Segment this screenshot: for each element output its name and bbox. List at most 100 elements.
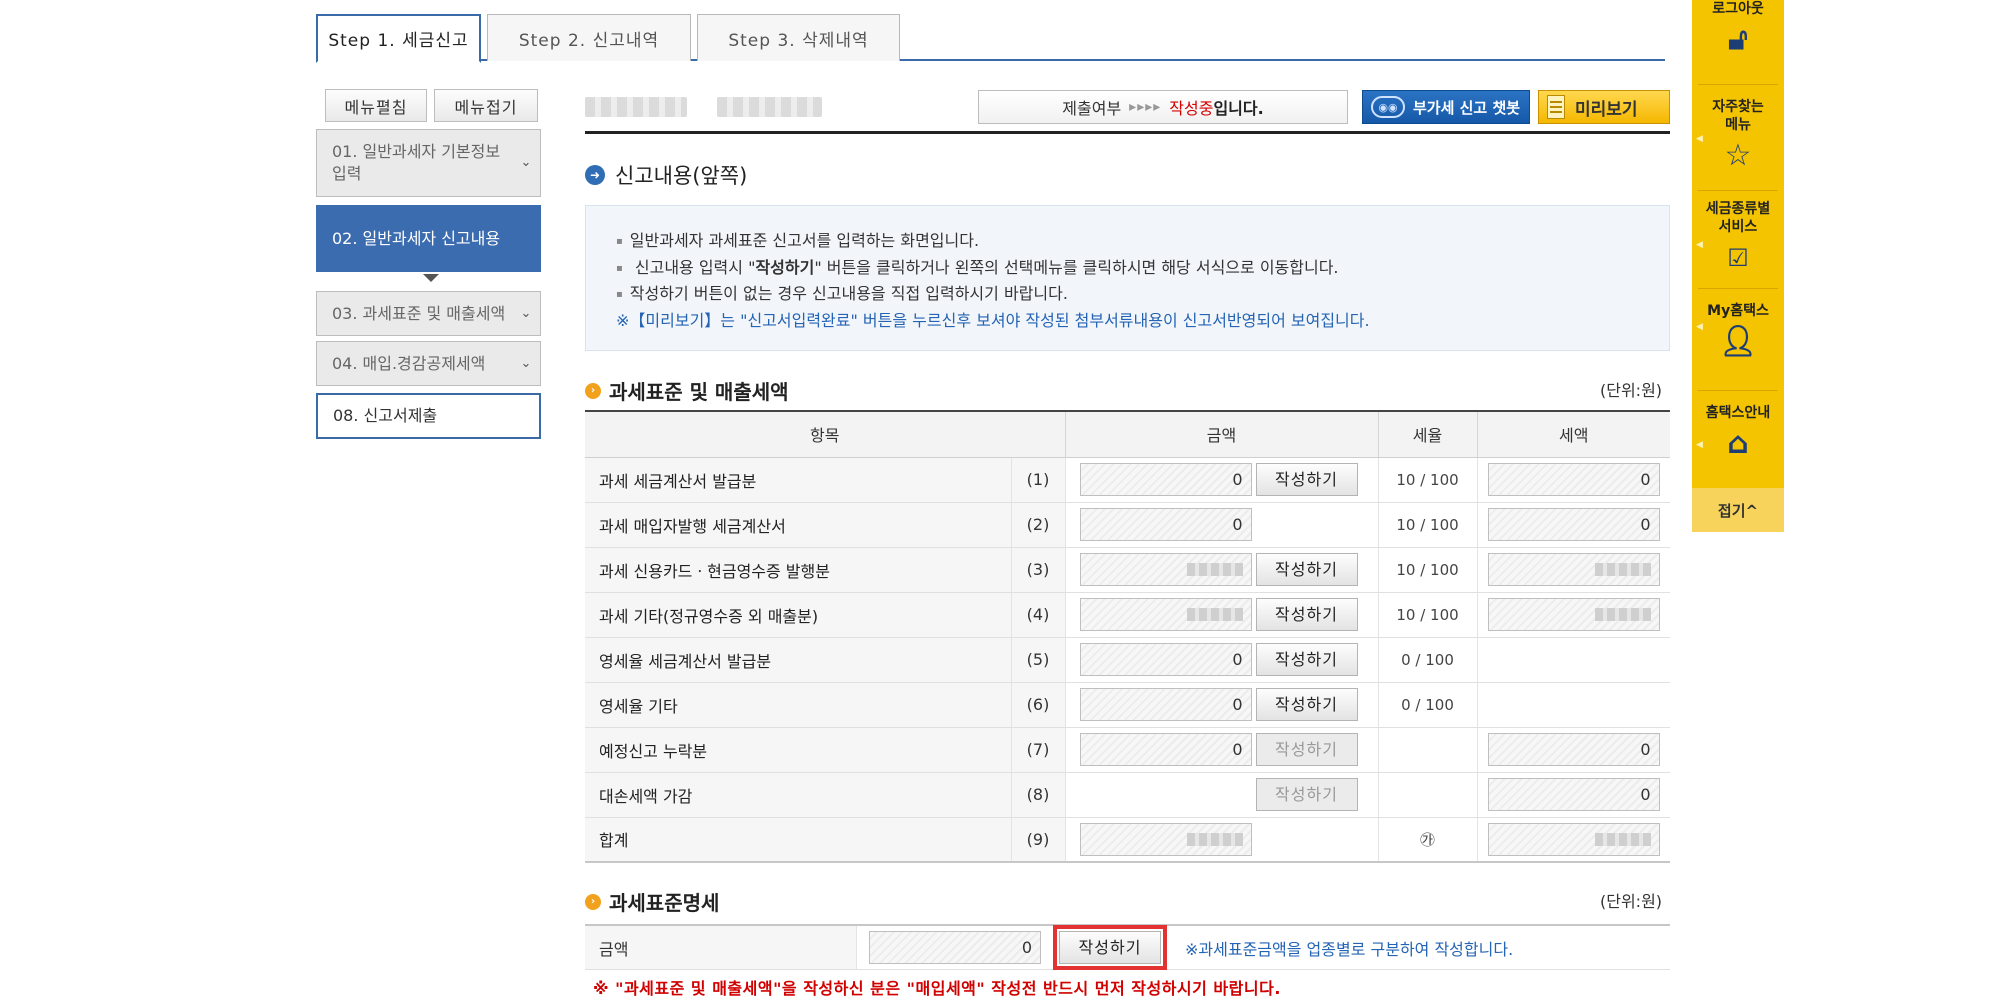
sidebar-item-label: 01. 일반과세자 기본정보 입력 bbox=[332, 142, 501, 183]
sidebar-item-label: 08. 신고서제출 bbox=[333, 406, 438, 425]
row-number: (2) bbox=[1011, 502, 1066, 548]
step-tabs: Step 1. 세금신고 Step 2. 신고내역 Step 3. 삭제내역 bbox=[316, 14, 1665, 63]
masked-value bbox=[1594, 608, 1651, 621]
amount-input[interactable] bbox=[1079, 553, 1252, 586]
write-button[interactable]: 작성하기 bbox=[1255, 733, 1358, 766]
tax-input[interactable]: 0 bbox=[1487, 733, 1660, 766]
row-number: (5) bbox=[1011, 637, 1066, 683]
row-number: (9) bbox=[1011, 817, 1066, 863]
row-item-label: 과세 신용카드ㆍ현금영수증 발행분 bbox=[585, 547, 1012, 593]
tax-input[interactable]: 0 bbox=[1487, 508, 1660, 541]
tax-type-menu[interactable]: 세금종류별 서비스 ☑ bbox=[1692, 200, 1784, 274]
row-item-label: 과세 매입자발행 세금계산서 bbox=[585, 502, 1012, 548]
tab-step3-deletion-history[interactable]: Step 3. 삭제내역 bbox=[697, 14, 900, 61]
write-button[interactable]: 작성하기 bbox=[1255, 598, 1358, 631]
tax-input[interactable]: 0 bbox=[1487, 778, 1660, 811]
amount-cell bbox=[1065, 817, 1379, 863]
amount-input[interactable]: 0 bbox=[1079, 733, 1252, 766]
table-row: 합계 (9) ㉮ bbox=[585, 817, 1670, 863]
unit-label: (단위:원) bbox=[1600, 892, 1663, 911]
notice-box: 일반과세자 과세표준 신고서를 입력하는 화면입니다. 신고내용 입력시 "작성… bbox=[585, 205, 1670, 351]
amount-input[interactable]: 0 bbox=[1079, 508, 1252, 541]
divider bbox=[1698, 190, 1778, 191]
tab-step2-filing-history[interactable]: Step 2. 신고내역 bbox=[487, 14, 691, 61]
masked-value bbox=[1594, 832, 1651, 846]
sales-table-title: › 과세표준 및 매출세액 bbox=[585, 376, 789, 405]
notice-text: 신고내용 입력시 "작성하기" 버튼을 클릭하거나 왼쪽의 선택메뉴를 클릭하시… bbox=[634, 257, 1339, 277]
breakdown-write-button[interactable]: 작성하기 bbox=[1053, 925, 1167, 970]
amount-input[interactable]: 0 bbox=[1079, 688, 1252, 721]
tax-input[interactable] bbox=[1487, 598, 1660, 631]
header-amount: 금액 bbox=[1065, 410, 1379, 458]
tax-rate: 0 / 100 bbox=[1378, 682, 1478, 728]
tax-cell bbox=[1477, 547, 1670, 593]
row-item-label: 예정신고 누락분 bbox=[585, 727, 1012, 773]
breakdown-label: 금액 bbox=[585, 926, 857, 969]
divider bbox=[1698, 390, 1778, 391]
amount-input[interactable]: 0 bbox=[1079, 643, 1252, 676]
hometax-guide-menu[interactable]: 홈택스안내 ⌂ bbox=[1692, 404, 1784, 460]
row-number: (1) bbox=[1011, 457, 1066, 503]
breakdown-hint: ※과세표준금액을 업종별로 구분하여 작성합니다. bbox=[1185, 939, 1514, 959]
tax-cell bbox=[1477, 682, 1670, 728]
breakdown-amount-input[interactable]: 0 bbox=[869, 931, 1041, 964]
section-title-text: 신고내용(앞쪽) bbox=[615, 164, 748, 188]
write-button[interactable]: 작성하기 bbox=[1255, 688, 1358, 721]
chatbot-icon: ◉◉ bbox=[1371, 96, 1405, 118]
logout-menu[interactable]: 로그아웃 🔓︎ bbox=[1692, 0, 1784, 56]
table-row: 과세 세금계산서 발급분 (1) 0 작성하기 10 / 100 0 bbox=[585, 457, 1670, 503]
chevron-down-icon[interactable]: ⌄ bbox=[517, 305, 535, 323]
masked-value bbox=[1186, 608, 1243, 621]
sidebar-item-basic-info[interactable]: 01. 일반과세자 기본정보 입력 ⌄ bbox=[316, 129, 541, 197]
status-suffix: 입니다. bbox=[1213, 99, 1264, 118]
tax-rate bbox=[1378, 727, 1478, 773]
amount-cell: 작성하기 bbox=[1065, 547, 1379, 593]
menu-expand-button[interactable]: 메뉴펼침 bbox=[325, 89, 427, 122]
chevron-down-icon[interactable]: ⌄ bbox=[517, 355, 535, 373]
row-number: (4) bbox=[1011, 592, 1066, 638]
write-button[interactable]: 작성하기 bbox=[1255, 643, 1358, 676]
tab-step1-tax-filing[interactable]: Step 1. 세금신고 bbox=[316, 14, 481, 63]
guide-label: 홈택스안내 bbox=[1705, 405, 1771, 421]
header-rate: 세율 bbox=[1378, 410, 1478, 458]
amount-input[interactable] bbox=[1079, 822, 1252, 856]
sidebar-item-label: 02. 일반과세자 신고내용 bbox=[332, 228, 501, 248]
tax-rate: 10 / 100 bbox=[1378, 457, 1478, 503]
sidebar-item-tax-base[interactable]: 03. 과세표준 및 매출세액 ⌄ bbox=[316, 291, 541, 336]
menu-collapse-button[interactable]: 메뉴접기 bbox=[434, 89, 538, 122]
preview-label: 미리보기 bbox=[1575, 99, 1638, 120]
tax-input[interactable] bbox=[1487, 553, 1660, 586]
sidebar-item-purchase-deduction[interactable]: 04. 매입.경감공제세액 ⌄ bbox=[316, 341, 541, 386]
write-button[interactable]: 작성하기 bbox=[1255, 463, 1358, 496]
write-button[interactable]: 작성하기 bbox=[1255, 778, 1358, 811]
sidebar-item-filing-content[interactable]: 02. 일반과세자 신고내용 bbox=[316, 205, 541, 272]
my-hometax-menu[interactable]: My홈택스 👤︎ bbox=[1692, 302, 1784, 358]
preview-button[interactable]: 미리보기 bbox=[1538, 90, 1670, 124]
tax-cell: 0 bbox=[1477, 772, 1670, 818]
sidebar-item-submit[interactable]: 08. 신고서제출 bbox=[316, 393, 541, 439]
amount-input[interactable] bbox=[1079, 598, 1252, 631]
warning-text: ※ "과세표준 및 매출세액"을 작성하신 분은 "매입세액" 작성전 반드시 … bbox=[593, 979, 1281, 998]
fold-button[interactable]: 접기^ bbox=[1692, 488, 1784, 532]
breakdown-row: 금액 0 작성하기 ※과세표준금액을 업종별로 구분하여 작성합니다. bbox=[585, 924, 1670, 970]
vat-chatbot-button[interactable]: ◉◉ 부가세 신고 챗봇 bbox=[1362, 90, 1530, 124]
header-tax: 세액 bbox=[1477, 410, 1670, 458]
document-icon bbox=[1547, 95, 1565, 119]
row-item-label: 과세 세금계산서 발급분 bbox=[585, 457, 1012, 503]
tax-input[interactable]: 0 bbox=[1487, 463, 1660, 496]
sidebar-item-label: 04. 매입.경감공제세액 bbox=[332, 353, 486, 373]
amount-input[interactable]: 0 bbox=[1079, 463, 1252, 496]
tax-cell bbox=[1477, 592, 1670, 638]
write-button[interactable]: 작성하기 bbox=[1255, 553, 1358, 586]
unlock-icon: 🔓︎ bbox=[1728, 22, 1748, 57]
preview-note: ※【미리보기】는 "신고서입력완료" 버튼을 누르신후 보셔야 작성된 첨부서류… bbox=[616, 310, 1370, 330]
faq-menu[interactable]: 자주찾는 메뉴 ☆ bbox=[1692, 98, 1784, 172]
row-number: (7) bbox=[1011, 727, 1066, 773]
my-hometax-label: My홈택스 bbox=[1707, 303, 1769, 319]
tax-rate bbox=[1378, 772, 1478, 818]
row-number: (6) bbox=[1011, 682, 1066, 728]
chevron-down-icon[interactable]: ⌄ bbox=[517, 154, 535, 172]
masked-value bbox=[1186, 832, 1243, 846]
tax-input[interactable] bbox=[1487, 822, 1660, 856]
tax-rate: 10 / 100 bbox=[1378, 592, 1478, 638]
